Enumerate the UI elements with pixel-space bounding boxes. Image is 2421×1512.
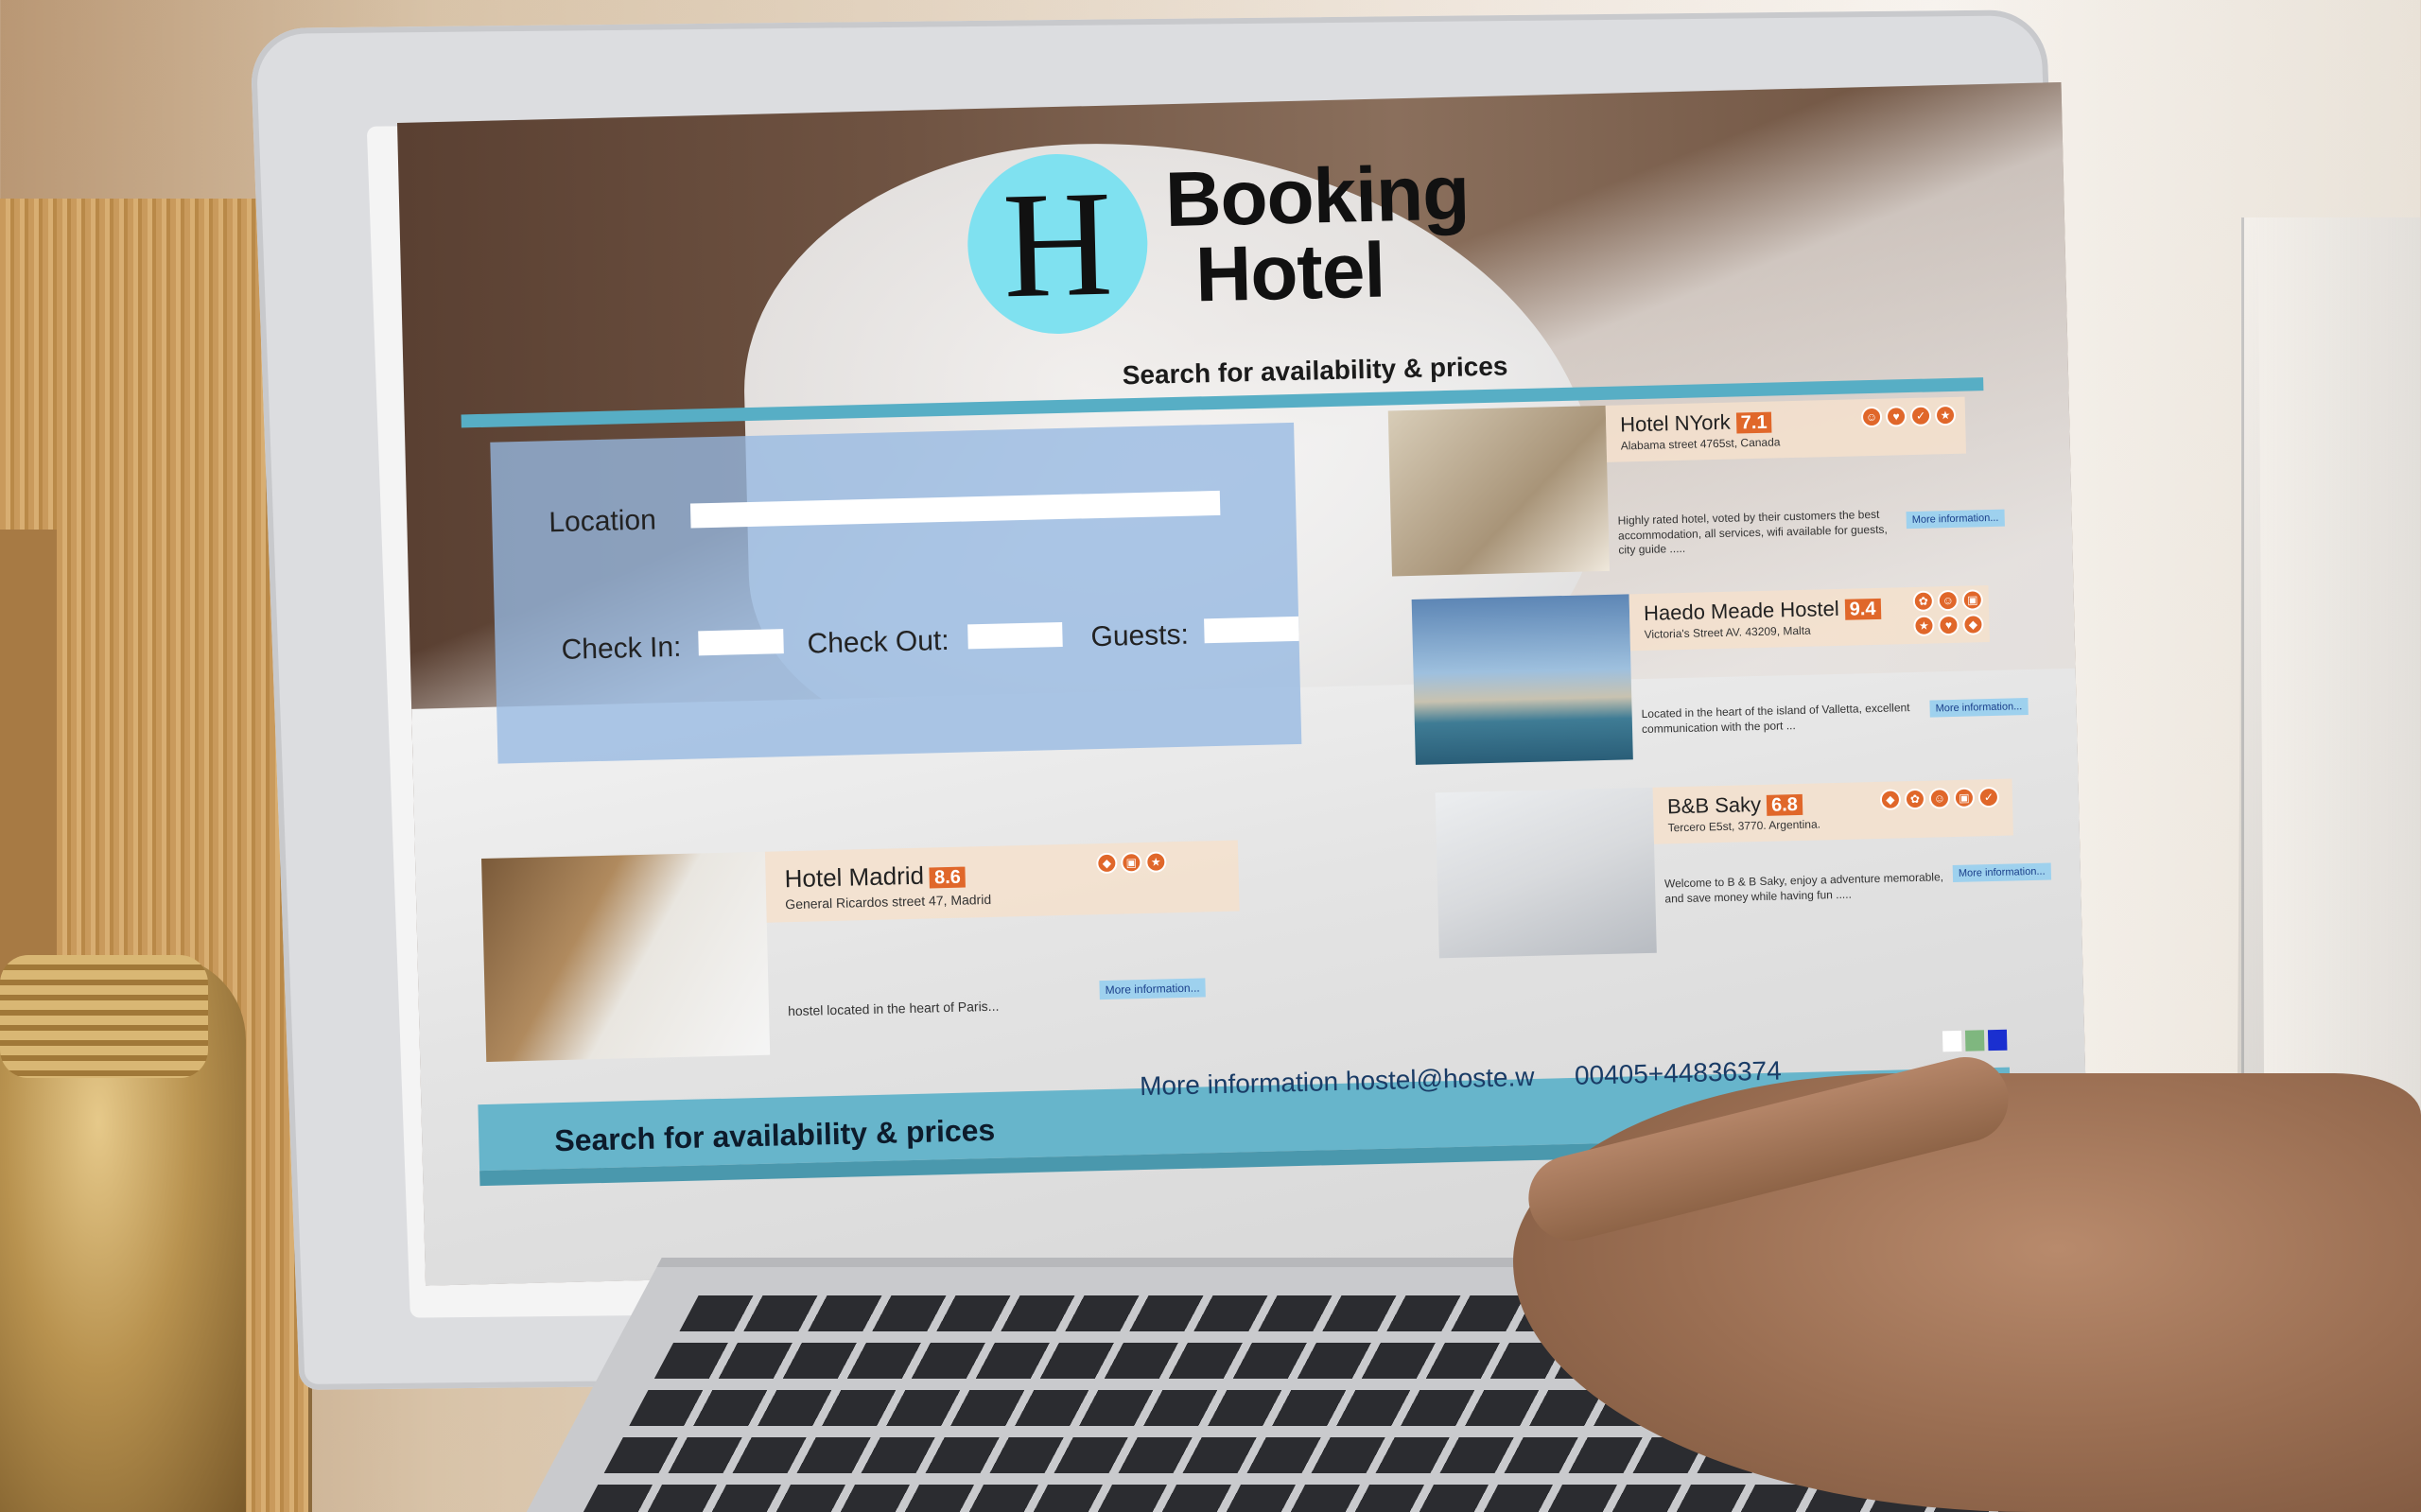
rating-badge: 6.8 (1766, 793, 1803, 816)
hotel-card[interactable]: Hotel NYork 7.1 Alabama street 4765st, Ca… (1387, 396, 2005, 581)
smile-icon: ☺ (1860, 406, 1883, 428)
more-information-button[interactable]: More information... (1952, 862, 2051, 883)
guests-input[interactable] (1204, 616, 1299, 644)
hotel-card[interactable]: B&B Saky 6.8 Tercero E5st, 3770. Argentin… (1435, 778, 2051, 967)
glass-vase (2241, 217, 2421, 1210)
star-icon: ★ (1934, 404, 1957, 426)
hotel-thumbnail[interactable] (1411, 594, 1633, 765)
location-input[interactable] (689, 490, 1221, 529)
hotel-thumbnail[interactable] (1435, 787, 1657, 959)
shield-icon: ◆ (1962, 614, 1984, 635)
hotel-card[interactable]: Hotel Madrid 8.6 General Ricardos street … (481, 840, 1262, 1067)
tv-icon: ▣ (1121, 852, 1142, 874)
star-icon: ★ (1913, 615, 1935, 636)
rating-badge: 7.1 (1735, 411, 1772, 434)
hotel-name-row: B&B Saky 6.8 (1667, 791, 1803, 819)
hotel-name-row: Hotel Madrid 8.6 (784, 860, 967, 895)
gold-jar-lid (0, 955, 208, 1078)
hotel-name-row: Hotel NYork 7.1 (1620, 409, 1772, 438)
search-panel: Location Check In: Check Out: Guests: (490, 422, 1302, 764)
color-swatches (1942, 1029, 2008, 1052)
rating-badge: 9.4 (1844, 598, 1881, 620)
hotel-name[interactable]: Haedo Meade Hostel (1644, 597, 1839, 625)
checkout-label: Check Out: (807, 624, 950, 660)
checkin-label: Check In: (561, 631, 682, 666)
paw-icon: ✿ (1904, 788, 1926, 810)
more-information-button[interactable]: More information... (1929, 698, 2029, 718)
guests-label: Guests: (1090, 618, 1190, 653)
smile-icon: ☺ (1928, 788, 1951, 809)
shield-icon: ◆ (1879, 789, 1902, 810)
heart-icon: ♥ (1885, 406, 1907, 427)
swatch-blue[interactable] (1987, 1029, 2008, 1051)
hotel-description: Highly rated hotel, voted by their custo… (1617, 507, 1888, 557)
amenity-icons: ✿ ☺ ▣ ★ ♥ ◆ (1912, 589, 1999, 636)
brand-name-line2: Hotel (1194, 227, 1386, 319)
hotel-thumbnail[interactable] (1387, 405, 1610, 577)
check-icon: ✓ (1977, 786, 2000, 808)
tv-icon: ▣ (1961, 589, 1984, 611)
hotel-name[interactable]: Hotel Madrid (784, 861, 924, 894)
star-icon: ★ (1145, 851, 1167, 873)
hotel-name[interactable]: Hotel NYork (1620, 410, 1731, 437)
paw-icon: ✿ (1912, 590, 1935, 612)
heart-icon: ♥ (1938, 614, 1959, 636)
check-icon: ✓ (1909, 405, 1932, 426)
shield-icon: ◆ (1096, 852, 1118, 875)
checkout-input[interactable] (967, 621, 1063, 650)
location-label: Location (548, 504, 657, 539)
tv-icon: ▣ (1953, 787, 1976, 808)
swatch-green[interactable] (1964, 1030, 1985, 1051)
amenity-icons: ☺ ♥ ✓ ★ (1860, 404, 1957, 428)
hotel-thumbnail[interactable] (481, 851, 771, 1062)
more-information-button[interactable]: More information... (1099, 978, 1206, 1000)
footer-phone[interactable]: 00405+44836374 (1575, 1056, 1783, 1091)
smile-icon: ☺ (1937, 589, 1959, 612)
hotel-description: Welcome to B & B Saky, enjoy a adventure… (1663, 870, 1944, 906)
hotel-card[interactable]: Haedo Meade Hostel 9.4 Victoria's Street … (1411, 585, 2029, 770)
swatch-white[interactable] (1942, 1030, 1962, 1052)
amenity-icons: ◆ ✿ ☺ ▣ ✓ (1879, 786, 2000, 810)
more-information-button[interactable]: More information... (1906, 509, 2005, 530)
hotel-name[interactable]: B&B Saky (1667, 792, 1762, 818)
hotel-description: hostel located in the heart of Paris... (787, 998, 1000, 1019)
logo-letter: H (1001, 158, 1115, 330)
checkin-input[interactable] (698, 629, 784, 656)
rating-badge: 8.6 (929, 866, 967, 889)
hotel-description: Located in the heart of the island of Va… (1641, 701, 1910, 736)
amenity-icons: ◆ ▣ ★ (1096, 851, 1167, 875)
